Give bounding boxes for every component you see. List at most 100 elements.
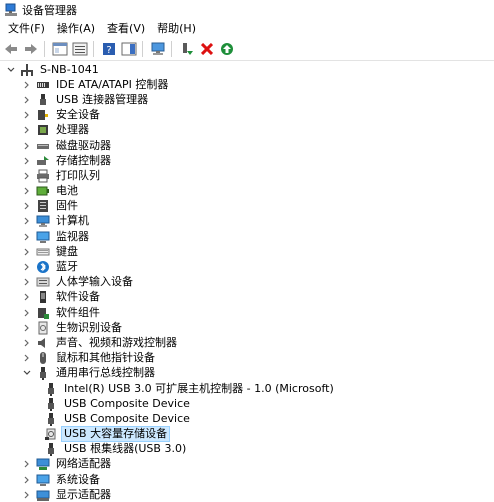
expand-chevron-icon[interactable] xyxy=(22,80,32,90)
tree-category[interactable]: 显示适配器 xyxy=(0,487,494,502)
tree-category[interactable]: 人体学输入设备 xyxy=(0,275,494,290)
enable-device-button[interactable] xyxy=(218,40,236,58)
category-label: 人体学输入设备 xyxy=(56,275,133,289)
expand-chevron-icon[interactable] xyxy=(22,338,32,348)
ide-controller-icon xyxy=(36,78,50,92)
expand-chevron-icon[interactable] xyxy=(22,490,32,500)
tree-category[interactable]: 声音、视频和游戏控制器 xyxy=(0,335,494,350)
category-label: 监视器 xyxy=(56,229,89,243)
category-label: 软件设备 xyxy=(56,290,100,304)
device-manager-icon xyxy=(4,3,18,17)
monitor-icon xyxy=(36,230,50,244)
expand-chevron-icon[interactable] xyxy=(22,171,32,181)
bluetooth-icon xyxy=(36,260,50,274)
device-label: Intel(R) USB 3.0 可扩展主机控制器 - 1.0 (Microso… xyxy=(64,381,334,395)
computer-icon xyxy=(36,214,50,228)
menu-action[interactable]: 操作(A) xyxy=(51,20,101,38)
svg-text:?: ? xyxy=(106,45,111,56)
expand-chevron-icon[interactable] xyxy=(22,110,32,120)
forward-button[interactable] xyxy=(22,40,40,58)
tree-category[interactable]: 电池 xyxy=(0,184,494,199)
tree-category[interactable]: 打印队列 xyxy=(0,168,494,183)
keyboard-icon xyxy=(36,245,50,259)
expand-chevron-icon[interactable] xyxy=(22,201,32,211)
category-label: 固件 xyxy=(56,199,78,213)
monitor-scan-icon xyxy=(151,42,165,55)
usb-device-icon xyxy=(44,382,58,396)
expand-chevron-icon[interactable] xyxy=(22,141,32,151)
tree-category[interactable]: 软件设备 xyxy=(0,290,494,305)
tree-category-usb[interactable]: 通用串行总线控制器 xyxy=(0,366,494,381)
expand-chevron-icon[interactable] xyxy=(22,125,32,135)
expand-chevron-icon[interactable] xyxy=(22,247,32,257)
properties-list-button[interactable] xyxy=(71,40,89,58)
expand-chevron-icon[interactable] xyxy=(22,277,32,287)
tree-category[interactable]: 鼠标和其他指针设备 xyxy=(0,351,494,366)
collapse-chevron-icon[interactable] xyxy=(6,65,16,75)
tree-category[interactable]: 处理器 xyxy=(0,123,494,138)
back-button[interactable] xyxy=(2,40,20,58)
expand-chevron-icon[interactable] xyxy=(22,459,32,469)
security-device-icon xyxy=(36,108,50,122)
expand-chevron-icon[interactable] xyxy=(22,475,32,485)
expand-chevron-icon[interactable] xyxy=(22,292,32,302)
help-button[interactable]: ? xyxy=(100,40,118,58)
tree-category[interactable]: 系统设备 xyxy=(0,472,494,487)
software-device-icon xyxy=(36,290,50,304)
tree-category[interactable]: USB 连接器管理器 xyxy=(0,92,494,107)
device-label: USB 大容量存储设备 xyxy=(60,426,171,443)
expand-chevron-icon[interactable] xyxy=(22,156,32,166)
disk-drive-icon xyxy=(36,139,50,153)
tree-root[interactable]: S-NB-1041 xyxy=(0,62,494,77)
tree-category[interactable]: 网络适配器 xyxy=(0,457,494,472)
processor-icon xyxy=(36,123,50,137)
collapse-chevron-icon[interactable] xyxy=(22,368,32,378)
tree-category[interactable]: 计算机 xyxy=(0,214,494,229)
tree-device[interactable]: USB Composite Device xyxy=(0,411,494,426)
expand-chevron-icon[interactable] xyxy=(22,232,32,242)
network-adapter-icon xyxy=(36,457,50,471)
mouse-icon xyxy=(36,351,50,365)
tree-category[interactable]: 软件组件 xyxy=(0,305,494,320)
root-label: S-NB-1041 xyxy=(40,62,99,76)
category-label: USB 连接器管理器 xyxy=(56,92,149,106)
tree-category[interactable]: 监视器 xyxy=(0,229,494,244)
tree-device[interactable]: Intel(R) USB 3.0 可扩展主机控制器 - 1.0 (Microso… xyxy=(0,381,494,396)
scan-hardware-button[interactable] xyxy=(149,40,167,58)
tree-device[interactable]: USB 根集线器(USB 3.0) xyxy=(0,442,494,457)
expand-chevron-icon[interactable] xyxy=(22,262,32,272)
expand-chevron-icon[interactable] xyxy=(22,186,32,196)
expand-chevron-icon[interactable] xyxy=(22,353,32,363)
tree-category[interactable]: 键盘 xyxy=(0,244,494,259)
hid-icon xyxy=(36,275,50,289)
category-label: 声音、视频和游戏控制器 xyxy=(56,335,177,349)
tree-device[interactable]: USB Composite Device xyxy=(0,396,494,411)
tree-category[interactable]: 蓝牙 xyxy=(0,259,494,274)
computer-node-icon xyxy=(20,63,34,77)
tree-category[interactable]: 固件 xyxy=(0,199,494,214)
menu-file[interactable]: 文件(F) xyxy=(0,20,51,38)
show-hide-console-button[interactable] xyxy=(51,40,69,58)
tree-category[interactable]: 生物识别设备 xyxy=(0,320,494,335)
action-pane-icon xyxy=(121,42,137,56)
toolbar: ? xyxy=(0,38,494,61)
tree-device[interactable]: USB 大容量存储设备 xyxy=(0,426,494,443)
update-driver-button[interactable] xyxy=(178,40,196,58)
action-pane-button[interactable] xyxy=(120,40,138,58)
tree-category[interactable]: IDE ATA/ATAPI 控制器 xyxy=(0,77,494,92)
tree-category[interactable]: 磁盘驱动器 xyxy=(0,138,494,153)
tree-category[interactable]: 存储控制器 xyxy=(0,153,494,168)
usb-controller-icon xyxy=(36,366,50,381)
tree-category[interactable]: 安全设备 xyxy=(0,108,494,123)
menu-view[interactable]: 查看(V) xyxy=(101,20,151,38)
expand-chevron-icon[interactable] xyxy=(22,308,32,318)
menu-help[interactable]: 帮助(H) xyxy=(151,20,202,38)
list-icon xyxy=(72,42,88,56)
category-label: 存储控制器 xyxy=(56,153,111,167)
expand-chevron-icon[interactable] xyxy=(22,323,32,333)
uninstall-device-button[interactable] xyxy=(198,40,216,58)
expand-chevron-icon[interactable] xyxy=(22,95,32,105)
expand-chevron-icon[interactable] xyxy=(22,216,32,226)
category-label: 系统设备 xyxy=(56,472,100,486)
biometric-icon xyxy=(36,321,50,335)
